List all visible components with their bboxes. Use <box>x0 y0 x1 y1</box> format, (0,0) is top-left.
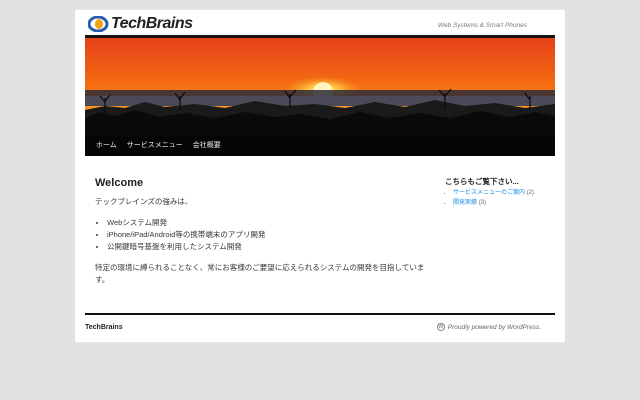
category-count: (2) <box>526 190 535 196</box>
site-header: TechBrains Web Systems & Smart Phones <box>75 10 565 36</box>
category-list: サービスメニューのご案内 (2) 開発実績 (3) <box>453 189 555 208</box>
category-link-works[interactable]: 開発実績 <box>453 200 477 206</box>
list-item: Webシステム開発 <box>107 217 425 229</box>
page-title: Welcome <box>95 177 144 189</box>
footer-site-name[interactable]: TechBrains <box>85 324 123 331</box>
nav-item-home[interactable]: ホーム <box>91 136 122 156</box>
footer-divider <box>85 313 555 315</box>
closing-text: 特定の環境に縛られることなく、常にお客様のご要望に応えられるシステムの開発を目指… <box>95 263 425 284</box>
category-link-services[interactable]: サービスメニューのご案内 <box>453 190 525 196</box>
site-tagline: Web Systems & Smart Phones <box>437 22 527 29</box>
logo-text: TechBrains <box>111 15 193 32</box>
nav-item-services[interactable]: サービスメニュー <box>122 136 188 156</box>
strengths-list: Webシステム開発 iPhone/iPad/Android等の携帯端末のアプリ開… <box>107 217 425 253</box>
list-item: 公開鍵暗号基盤を利用したシステム開発 <box>107 241 425 253</box>
category-count: (3) <box>478 199 487 206</box>
sidebar-heading: こちらもご覧下さい... <box>445 177 519 186</box>
header-banner-image <box>85 35 555 138</box>
category-item: 開発実績 (3) <box>453 199 555 209</box>
footer-credit[interactable]: W Proudly powered by WordPress. <box>436 323 541 331</box>
logo-swoosh-icon <box>87 15 110 33</box>
intro-text: テックブレインズの強みは、 <box>95 197 193 206</box>
nav-item-company[interactable]: 会社概要 <box>188 136 226 156</box>
page: TechBrains Web Systems & Smart Phones ホー… <box>75 10 565 342</box>
wordpress-icon: W <box>436 323 445 331</box>
sidebar: こちらもご覧下さい... サービスメニューのご案内 (2) 開発実績 (3) <box>445 176 555 208</box>
category-item: サービスメニューのご案内 (2) <box>453 189 555 199</box>
main-navigation: ホーム サービスメニュー 会社概要 <box>85 136 555 156</box>
footer-powered-text: Proudly powered by WordPress. <box>447 323 541 331</box>
main-content: Welcome テックブレインズの強みは、 Webシステム開発 iPhone/i… <box>95 177 425 286</box>
site-logo[interactable]: TechBrains <box>87 14 193 34</box>
list-item: iPhone/iPad/Android等の携帯端末のアプリ開発 <box>107 229 425 241</box>
